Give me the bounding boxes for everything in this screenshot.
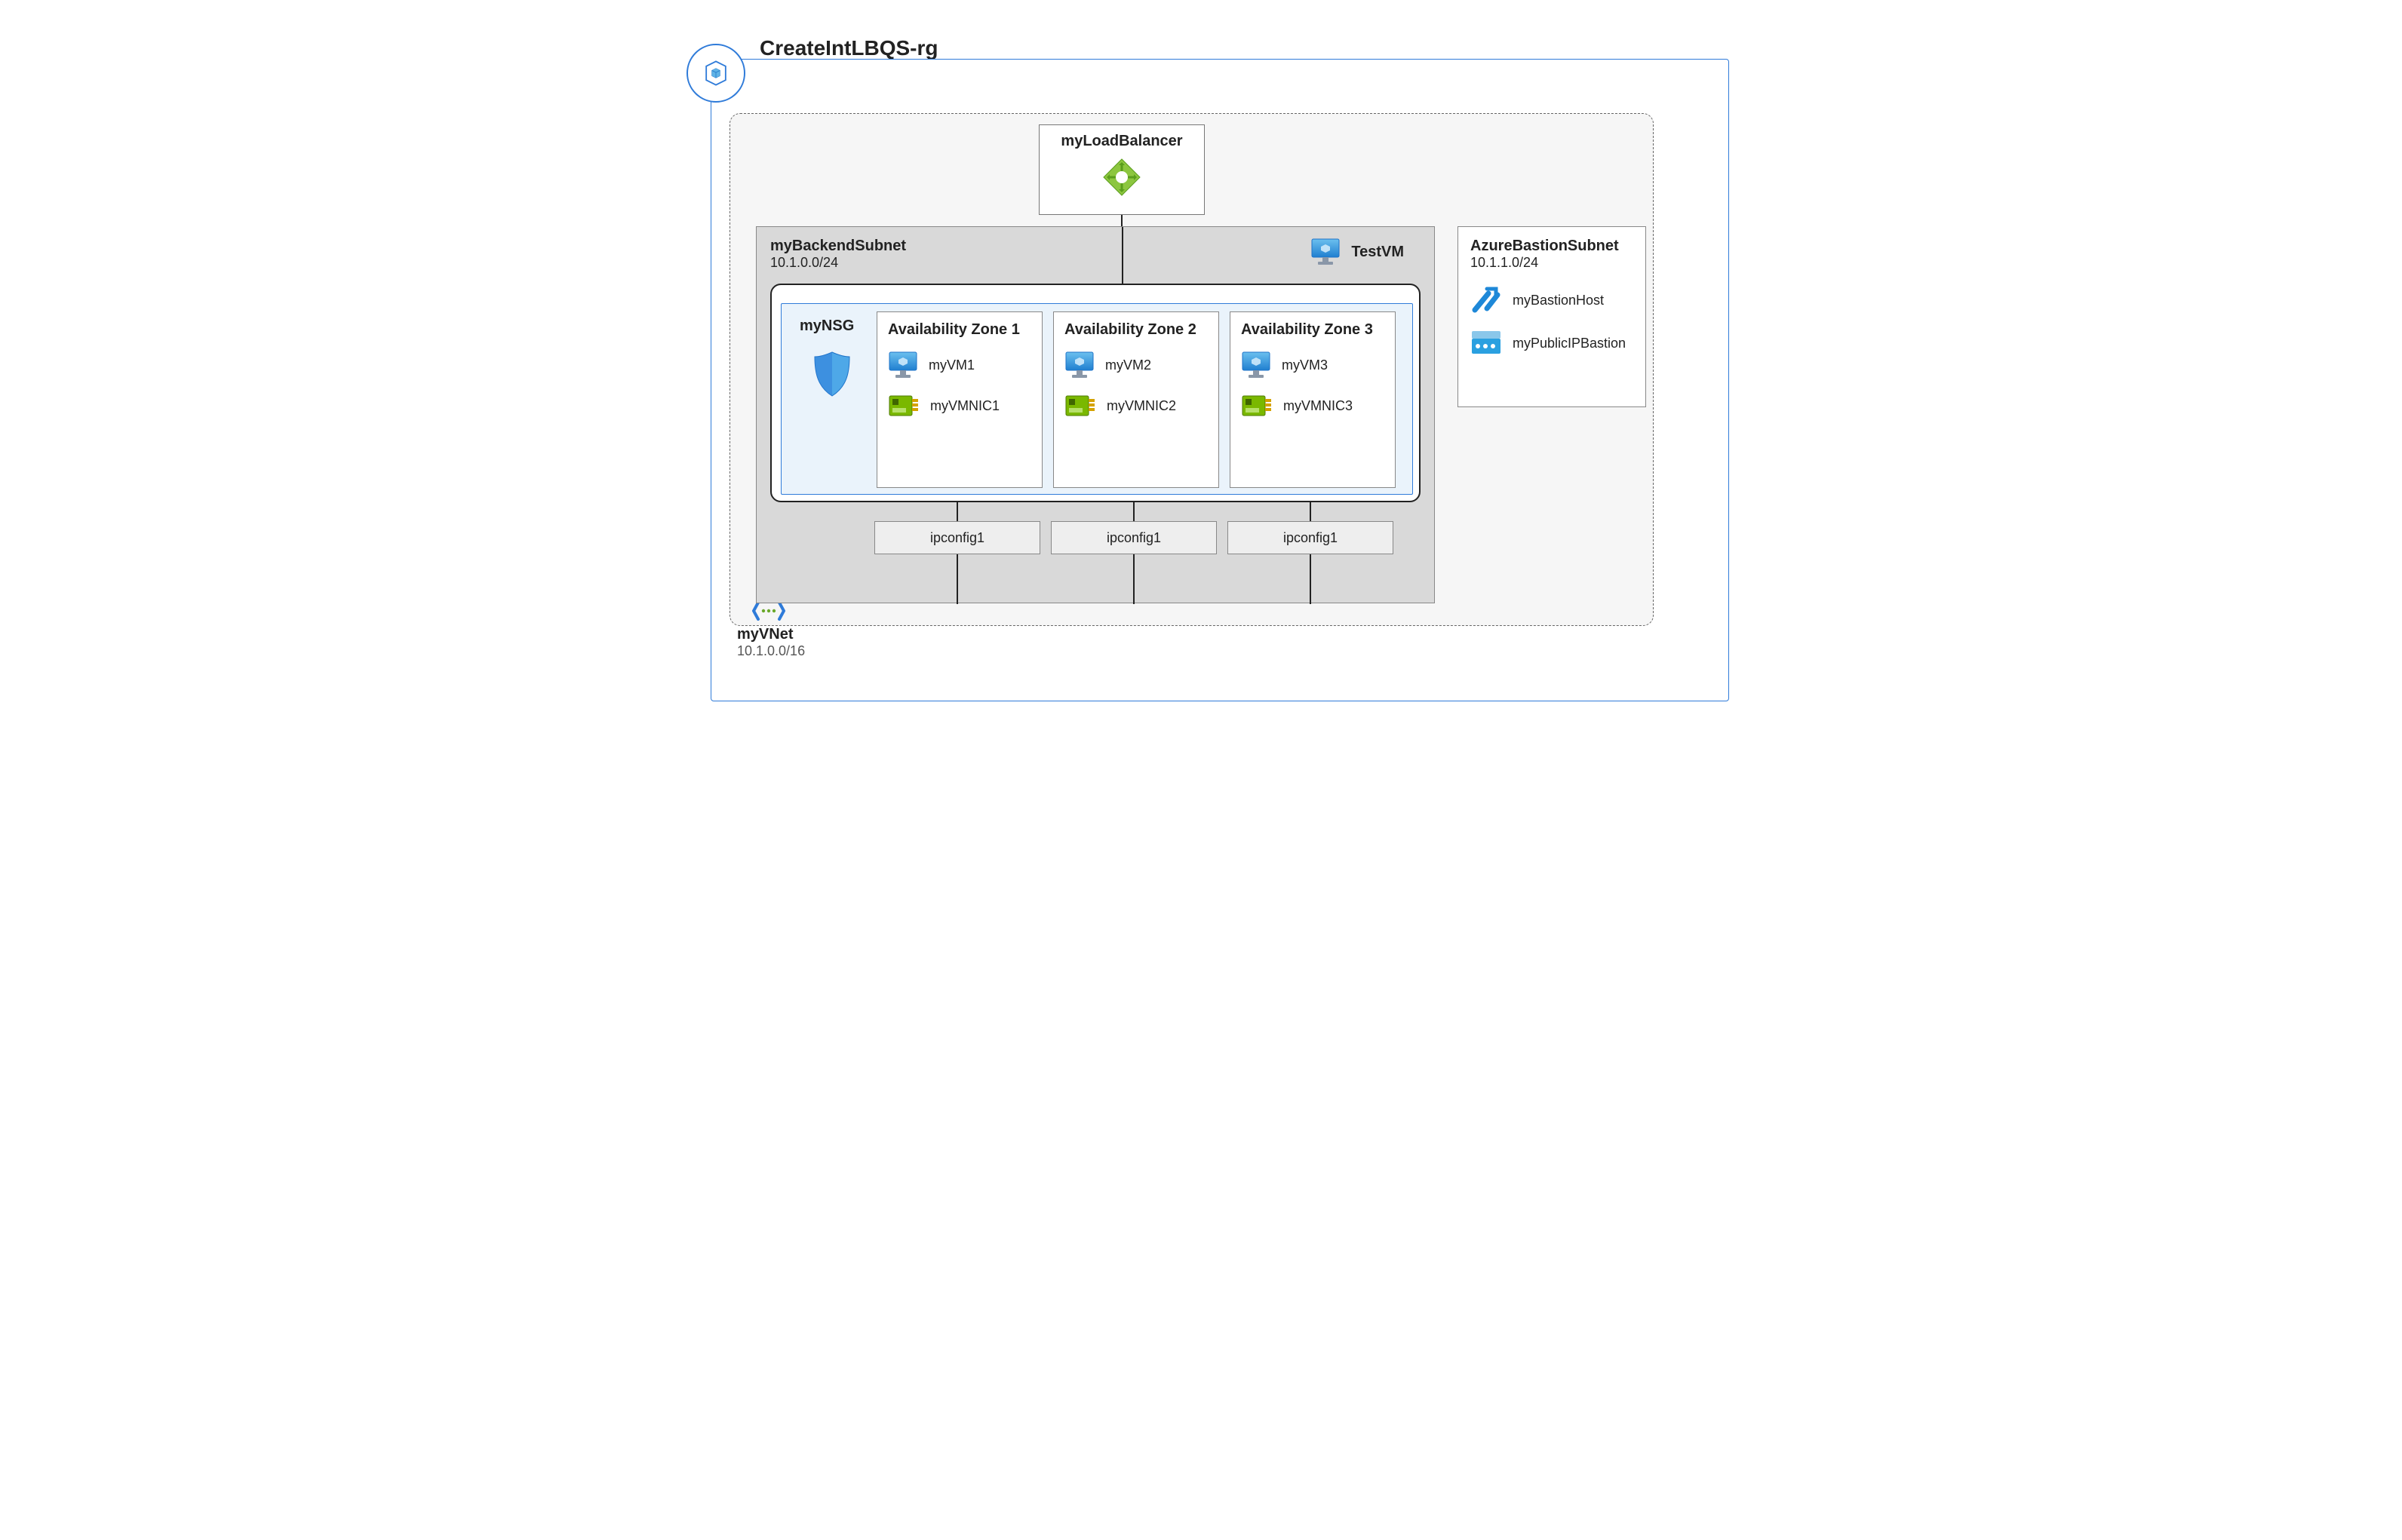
az1-nic-name: myVMNIC1 — [930, 398, 1000, 414]
bastion-subnet-box: AzureBastionSubnet 10.1.1.0/24 myBastion… — [1457, 226, 1646, 407]
availability-zone-1: Availability Zone 1 myVM1 myVMNIC1 — [877, 311, 1043, 488]
bastion-subnet-name: AzureBastionSubnet — [1470, 238, 1633, 255]
nsg-shield-icon — [812, 351, 852, 401]
load-balancer-icon — [1101, 156, 1143, 198]
resource-group-title: CreateIntLBQS-rg — [760, 36, 938, 60]
availability-zone-3: Availability Zone 3 myVM3 myVMNIC3 — [1230, 311, 1396, 488]
vm-icon — [1310, 238, 1341, 266]
vnet-cidr: 10.1.0.0/16 — [737, 643, 805, 659]
diagram-canvas: CreateIntLBQS-rg myVNet 10.1.0.0/16 myLo… — [673, 30, 1729, 701]
connector-line — [1121, 215, 1123, 227]
connector-line — [1133, 502, 1135, 521]
vnet-name: myVNet — [737, 626, 805, 643]
connector-line — [1122, 227, 1123, 284]
connector-line — [1133, 554, 1135, 604]
bastion-host-name: myBastionHost — [1513, 293, 1604, 308]
vm-icon — [1064, 351, 1095, 379]
vnet-label: myVNet 10.1.0.0/16 — [737, 626, 805, 659]
nsg-box: myNSG Availability Zone 1 myVM1 — [770, 284, 1421, 502]
connector-line — [957, 554, 958, 604]
vm-icon — [1241, 351, 1271, 379]
availability-zone-2: Availability Zone 2 myVM2 myVMNIC2 — [1053, 311, 1219, 488]
backend-subnet-box: myBackendSubnet 10.1.0.0/24 TestVM myNSG — [756, 226, 1435, 603]
nsg-inner: myNSG Availability Zone 1 myVM1 — [781, 303, 1413, 495]
az3-title: Availability Zone 3 — [1241, 321, 1384, 339]
az1-title: Availability Zone 1 — [888, 321, 1031, 339]
vm-icon — [888, 351, 918, 379]
ipconfig-3: ipconfig1 — [1227, 521, 1393, 554]
az2-nic-name: myVMNIC2 — [1107, 398, 1176, 414]
connector-line — [1310, 554, 1311, 604]
public-ip-icon — [1470, 330, 1502, 357]
nsg-name: myNSG — [800, 318, 854, 335]
bastion-subnet-cidr: 10.1.1.0/24 — [1470, 255, 1633, 271]
connector-line — [1310, 502, 1311, 521]
ipconfig-1: ipconfig1 — [874, 521, 1040, 554]
test-vm: TestVM — [1310, 238, 1404, 266]
bastion-icon — [1470, 284, 1502, 316]
test-vm-name: TestVM — [1351, 244, 1404, 261]
az2-vm-name: myVM2 — [1105, 357, 1151, 373]
load-balancer-box: myLoadBalancer — [1039, 124, 1205, 215]
connector-line — [957, 502, 958, 521]
nic-icon — [1064, 393, 1096, 419]
az1-vm-name: myVM1 — [929, 357, 975, 373]
nic-icon — [1241, 393, 1273, 419]
load-balancer-name: myLoadBalancer — [1040, 133, 1204, 150]
nic-icon — [888, 393, 920, 419]
ipconfig-2: ipconfig1 — [1051, 521, 1217, 554]
resource-group-icon — [687, 44, 745, 103]
bastion-public-ip-name: myPublicIPBastion — [1513, 336, 1626, 351]
az3-nic-name: myVMNIC3 — [1283, 398, 1353, 414]
az3-vm-name: myVM3 — [1282, 357, 1328, 373]
az2-title: Availability Zone 2 — [1064, 321, 1208, 339]
